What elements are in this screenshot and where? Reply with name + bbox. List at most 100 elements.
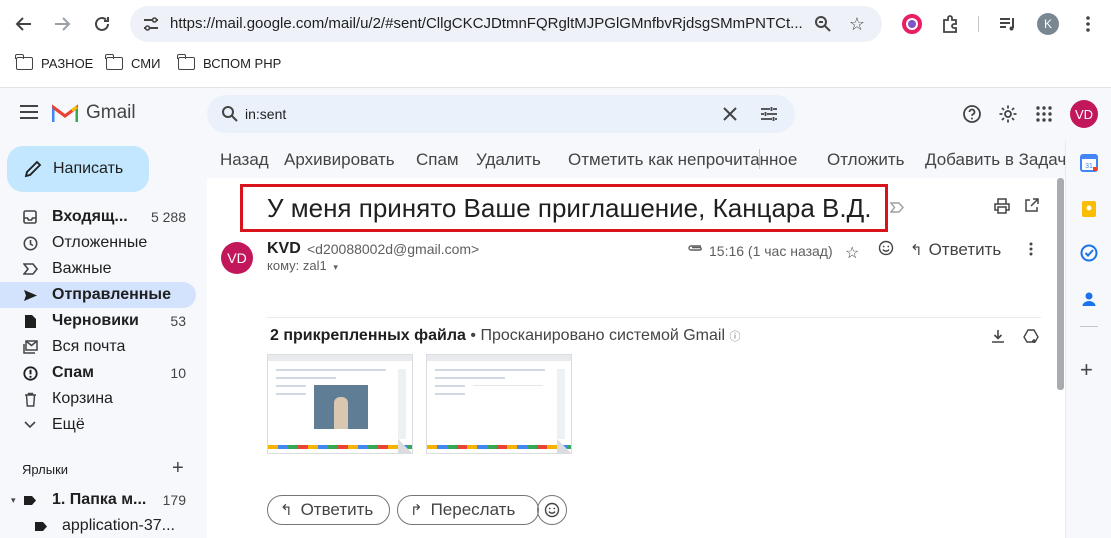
browser-profile-avatar[interactable]: K	[1037, 13, 1059, 35]
sidebar-item-snoozed[interactable]: Отложенные	[0, 230, 196, 256]
clear-search-icon[interactable]	[723, 103, 737, 127]
open-new-window-icon[interactable]	[1024, 198, 1039, 218]
sidebar-label-application[interactable]: application-37...	[0, 513, 196, 538]
sidebar-item-trash[interactable]: Корзина	[0, 386, 196, 412]
download-all-icon[interactable]	[991, 329, 1005, 348]
emoji-reaction-icon[interactable]	[878, 240, 894, 261]
reload-icon[interactable]	[88, 10, 116, 38]
url-text[interactable]: https://mail.google.com/mail/u/2/#sent/C…	[170, 15, 810, 32]
sidebar-item-drafts[interactable]: Черновики 53	[0, 308, 196, 334]
reply-button[interactable]: ↰ Ответить	[267, 495, 390, 525]
gmail-logo-icon[interactable]	[52, 103, 78, 123]
star-icon[interactable]: ☆	[845, 243, 859, 263]
attachment-thumbnail[interactable]	[267, 354, 413, 454]
info-icon[interactable]: ⓘ	[729, 331, 740, 343]
bookmark-star-icon[interactable]: ☆	[846, 13, 868, 35]
search-input[interactable]: in:sent	[245, 106, 286, 122]
sidebar-item-count: 53	[170, 313, 186, 329]
emoji-reaction-button[interactable]	[537, 495, 567, 525]
reply-button-top[interactable]: ↰ Ответить	[910, 240, 1001, 260]
address-bar[interactable]: https://mail.google.com/mail/u/2/#sent/C…	[130, 6, 882, 42]
forward-button[interactable]: ↱ Переслать	[397, 495, 539, 525]
inbox-icon	[22, 209, 38, 225]
search-icon[interactable]	[221, 105, 239, 123]
add-to-tasks-button[interactable]: Добавить в Задач	[925, 150, 1066, 170]
gmail-logo-text[interactable]: Gmail	[86, 102, 136, 124]
sidebar-item-label: Корзина	[52, 390, 113, 407]
svg-text:31: 31	[1085, 163, 1093, 170]
sidebar-label-folder[interactable]: ▾ 1. Папка м... 179	[0, 487, 196, 513]
thumbnail-fold	[557, 439, 571, 453]
account-avatar[interactable]: VD	[1070, 100, 1098, 128]
add-label-plus-icon[interactable]: +	[172, 457, 184, 480]
main-menu-icon[interactable]	[20, 105, 38, 119]
sidebar-item-spam[interactable]: Спам 10	[0, 360, 196, 386]
print-icon[interactable]	[994, 198, 1010, 219]
thumbnail-line	[435, 393, 465, 395]
expand-caret-icon[interactable]: ▾	[11, 495, 16, 506]
add-addon-plus-icon[interactable]: +	[1080, 359, 1093, 381]
color-extension-icon[interactable]	[900, 12, 924, 36]
back-arrow-icon[interactable]	[10, 10, 38, 38]
sender-avatar[interactable]: VD	[221, 242, 253, 274]
thumbnail-taskbar	[427, 445, 571, 449]
pencil-icon	[24, 160, 42, 178]
extensions-puzzle-icon[interactable]	[938, 12, 962, 36]
search-options-icon[interactable]	[760, 105, 778, 123]
save-to-drive-icon[interactable]	[1023, 329, 1039, 348]
message-subject: У меня принято Ваше приглашение, Канцара…	[267, 193, 872, 223]
sidebar-item-label: Спам	[52, 364, 94, 381]
thumbnail-fold	[398, 439, 412, 453]
show-details-caret-icon[interactable]: ▾	[333, 262, 338, 272]
attachment-thumbnail[interactable]	[426, 354, 572, 454]
sender-email: <d20088002d@gmail.com>	[307, 241, 480, 257]
apps-grid-icon[interactable]	[1032, 102, 1056, 126]
contacts-icon[interactable]	[1080, 290, 1098, 308]
help-icon[interactable]	[960, 102, 984, 126]
browser-menu-icon[interactable]	[1076, 12, 1100, 36]
keep-notes-icon[interactable]	[1080, 200, 1098, 218]
recipients-line[interactable]: кому: zal1 ▾	[267, 258, 338, 273]
forward-arrow-icon[interactable]	[48, 10, 76, 38]
compose-button[interactable]: Написать	[7, 146, 149, 192]
sidebar-item-more[interactable]: Ещё	[0, 412, 196, 438]
sidebar-item-label: Черновики	[52, 312, 139, 329]
attachments-count: 2 прикрепленных файла	[270, 327, 466, 344]
site-info-icon[interactable]	[142, 15, 160, 33]
calendar-icon[interactable]: 31	[1080, 154, 1098, 172]
media-queue-icon[interactable]	[996, 12, 1020, 36]
bookmark-folder-php[interactable]: ВСПОМ PHP	[177, 54, 281, 71]
message-time: 15:16 (1 час назад)	[709, 243, 833, 259]
more-options-icon[interactable]	[1029, 242, 1033, 261]
sidebar-item-all-mail[interactable]: Вся почта	[0, 334, 196, 360]
bookmark-folder-smi[interactable]: СМИ	[105, 54, 160, 71]
message-view: Назад Архивировать Спам Удалить Отметить…	[207, 140, 1066, 538]
sidebar-item-sent[interactable]: Отправленные	[0, 282, 196, 308]
mark-unread-button[interactable]: Отметить как непрочитанное	[568, 150, 797, 170]
attachments-divider	[267, 317, 1041, 318]
rail-divider	[1080, 326, 1098, 327]
forward-arrow-icon: ↱	[410, 502, 423, 519]
reply-button-label: Ответить	[300, 500, 374, 519]
sidebar-item-label: Ещё	[52, 416, 85, 433]
thumbnail-photo	[314, 385, 368, 429]
tasks-icon[interactable]	[1080, 244, 1098, 262]
spam-button[interactable]: Спам	[416, 150, 459, 170]
zoom-icon[interactable]	[812, 13, 834, 35]
delete-button[interactable]: Удалить	[476, 150, 541, 170]
settings-gear-icon[interactable]	[996, 102, 1020, 126]
subject-highlight: У меня принято Ваше приглашение, Канцара…	[240, 184, 888, 232]
back-button[interactable]: Назад	[220, 150, 269, 170]
importance-marker-icon[interactable]	[889, 200, 904, 218]
left-sidebar: Написать Входящ... 5 288 Отложенные Важн…	[0, 140, 207, 538]
search-bar[interactable]: in:sent	[207, 95, 795, 133]
sidebar-item-count: 179	[162, 492, 186, 508]
archive-button[interactable]: Архивировать	[284, 150, 395, 170]
bookmark-folder-raznoe[interactable]: РАЗНОЕ	[15, 54, 93, 71]
sidebar-item-inbox[interactable]: Входящ... 5 288	[0, 204, 196, 230]
snooze-button[interactable]: Отложить	[827, 150, 905, 170]
message-scrollbar[interactable]	[1057, 178, 1064, 390]
sidebar-item-label: Входящ...	[52, 208, 128, 225]
sidebar-item-important[interactable]: Важные	[0, 256, 196, 282]
sender-name[interactable]: KVD	[267, 240, 301, 258]
